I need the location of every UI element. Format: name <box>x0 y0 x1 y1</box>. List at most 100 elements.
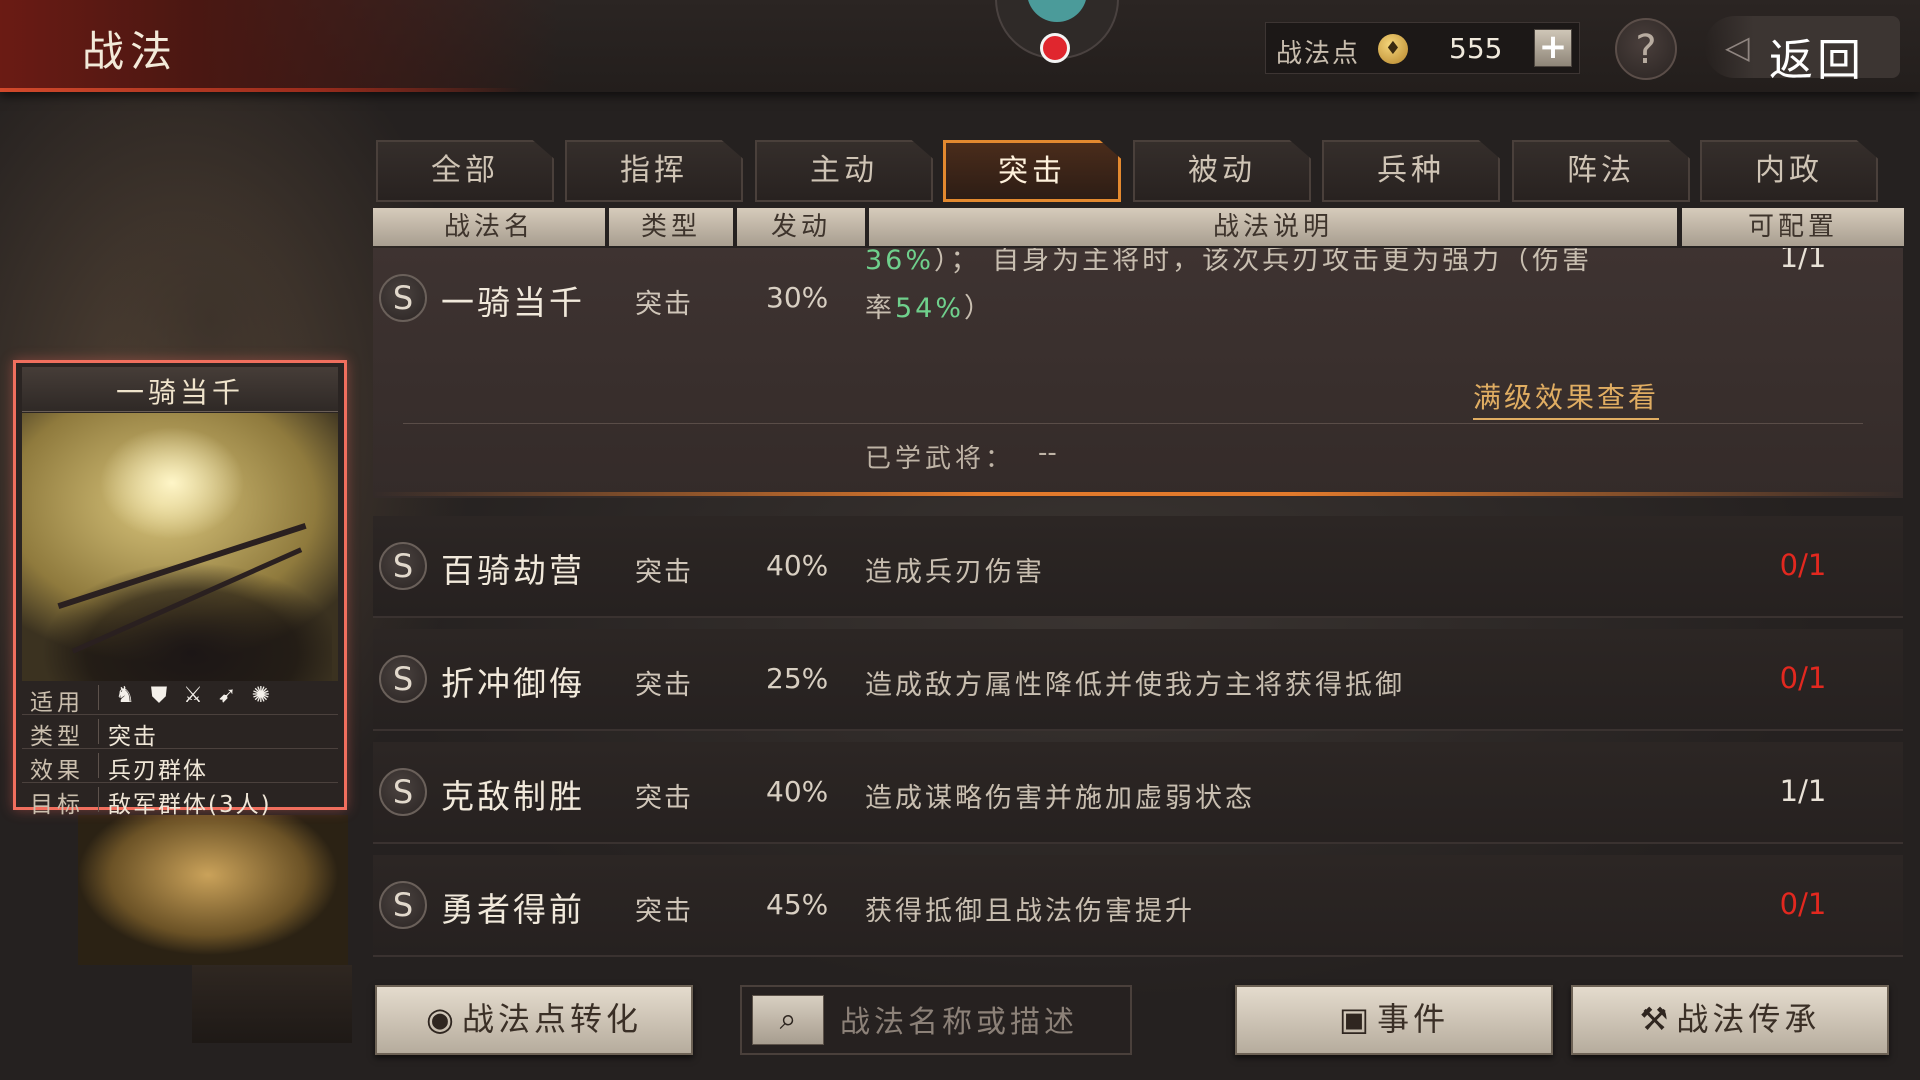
skill-avail: 0/1 <box>1779 548 1827 582</box>
skill-point-coin-icon: ♦ <box>1378 34 1408 64</box>
back-arrow-icon: ◁ <box>1725 28 1750 66</box>
wheel-icon: ✺ <box>251 683 271 708</box>
skill-name: 折冲御侮 <box>441 664 585 703</box>
cavalry-icon: ♞ <box>115 683 135 708</box>
card-title-bar: 一骑当千 <box>22 367 338 412</box>
crossed-weapons-icon: ⚔ <box>183 683 203 708</box>
convert-points-button[interactable]: ◉ 战法点转化 <box>375 985 693 1055</box>
search-box[interactable]: ⌕ <box>740 985 1132 1055</box>
skill-rate: 40% <box>766 549 829 582</box>
tab-active[interactable]: 主动 <box>755 140 933 202</box>
skill-desc-line2: 率54%） <box>865 286 994 325</box>
effect-value: 兵刃群体 <box>108 758 208 784</box>
skill-desc: 造成兵刃伤害 <box>865 557 1045 588</box>
back-button[interactable]: ◁ 返回 <box>1705 16 1900 86</box>
desc-value-2: 54% <box>895 293 965 324</box>
selection-highlight-line <box>373 492 1903 496</box>
grade-icon: S <box>379 881 427 929</box>
hammer-icon: ⚒ <box>1639 1000 1673 1038</box>
tab-assault[interactable]: 突击 <box>943 140 1121 202</box>
target-label: 目标 <box>30 792 84 818</box>
search-input[interactable] <box>838 997 1122 1047</box>
tab-all[interactable]: 全部 <box>376 140 554 202</box>
col-header-name[interactable]: 战法名 <box>373 208 605 246</box>
learned-generals-label: 已学武将： <box>865 444 1016 474</box>
target-value: 敌军群体(3人) <box>108 792 272 818</box>
grade-icon: S <box>379 768 427 816</box>
skill-type: 突击 <box>635 670 693 701</box>
col-header-avail[interactable]: 可配置 <box>1682 208 1904 246</box>
skill-type: 突击 <box>635 289 693 320</box>
skill-rate: 40% <box>766 775 829 808</box>
troop-icons: ♞ ⛊ ⚔ ➹ ✺ <box>108 683 278 708</box>
event-button[interactable]: ▣ 事件 <box>1235 985 1553 1055</box>
top-bar: 战法 战法点 ♦ 555 + ? ◁ 返回 <box>0 0 1920 92</box>
shield-icon: ⛊ <box>150 683 168 708</box>
convert-points-label: 战法点转化 <box>461 1000 642 1038</box>
effect-label: 效果 <box>30 758 84 784</box>
card-effect-row: 效果 兵刃群体 <box>22 749 338 784</box>
flame-coin-icon: ◉ <box>426 1000 458 1038</box>
skill-rate: 30% <box>766 281 829 314</box>
card-info: 适用 ♞ ⛊ ⚔ ➹ ✺ 类型 突击 效果 兵刃群体 目标 敌军群体(3人) <box>22 681 338 818</box>
page-title: 战法 <box>82 27 179 76</box>
skill-points-box: 战法点 ♦ 555 + <box>1265 22 1580 74</box>
skill-type: 突击 <box>635 557 693 588</box>
card-title: 一骑当千 <box>115 376 244 409</box>
desc-suffix-2: ） <box>964 293 995 324</box>
card-artwork <box>22 413 338 681</box>
divider <box>403 423 1863 424</box>
card-target-row: 目标 敌军群体(3人) <box>22 783 338 818</box>
grade-icon: S <box>379 274 427 322</box>
help-button[interactable]: ? <box>1615 18 1677 80</box>
skill-points-label: 战法点 <box>1276 39 1361 69</box>
desc-prefix-2: 率 <box>865 293 895 324</box>
skill-card[interactable]: 一骑当千 适用 ♞ ⛊ ⚔ ➹ ✺ 类型 突击 效果 兵刃群体 目标 敌军群体(3人) <box>13 360 347 818</box>
type-label: 类型 <box>30 724 84 750</box>
col-header-rate[interactable]: 发动 <box>737 208 865 246</box>
grade-icon: S <box>379 542 427 590</box>
tab-formation[interactable]: 阵法 <box>1512 140 1690 202</box>
type-value: 突击 <box>108 724 158 750</box>
divider <box>98 685 99 710</box>
tab-troop[interactable]: 兵种 <box>1322 140 1500 202</box>
learned-generals-value: -- <box>1038 438 1057 468</box>
tab-passive[interactable]: 被动 <box>1133 140 1311 202</box>
skill-desc: 获得抵御且战法伤害提升 <box>865 896 1195 927</box>
skill-name: 勇者得前 <box>441 890 585 929</box>
skill-row[interactable]: S 勇者得前 突击 45% 获得抵御且战法伤害提升 0/1 <box>373 855 1903 957</box>
grade-icon: S <box>379 655 427 703</box>
bow-icon: ➹ <box>217 683 237 708</box>
skill-rate: 25% <box>766 662 829 695</box>
skill-name: 克敌制胜 <box>441 777 585 816</box>
inherit-skill-button[interactable]: ⚒ 战法传承 <box>1571 985 1889 1055</box>
skill-desc-line1: 36%）； 自身为主将时，该次兵刃攻击更为强力（伤害 <box>865 248 1592 277</box>
apply-label: 适用 <box>30 690 84 716</box>
skill-points-value: 555 <box>1449 32 1503 65</box>
event-icon: ▣ <box>1338 1000 1374 1038</box>
tab-internal[interactable]: 内政 <box>1700 140 1878 202</box>
skill-avail: 1/1 <box>1779 774 1827 808</box>
add-points-button[interactable]: + <box>1534 29 1572 67</box>
divider <box>98 753 99 778</box>
search-icon[interactable]: ⌕ <box>752 995 824 1045</box>
inherit-skill-label: 战法传承 <box>1676 1000 1821 1038</box>
card-stack-art <box>78 815 348 965</box>
tab-command[interactable]: 指挥 <box>565 140 743 202</box>
skill-rate: 45% <box>766 888 829 921</box>
max-level-effect-link[interactable]: 满级效果查看 <box>1473 376 1660 420</box>
skill-row[interactable]: S 百骑劫营 突击 40% 造成兵刃伤害 0/1 <box>373 516 1903 618</box>
mascot-face <box>1027 0 1087 22</box>
skill-row[interactable]: S 克敌制胜 突击 40% 造成谋略伤害并施加虚弱状态 1/1 <box>373 742 1903 844</box>
back-label: 返回 <box>1769 35 1865 86</box>
skill-row[interactable]: S 折冲御侮 突击 25% 造成敌方属性降低并使我方主将获得抵御 0/1 <box>373 629 1903 731</box>
card-apply-row: 适用 ♞ ⛊ ⚔ ➹ ✺ <box>22 681 338 716</box>
skill-name: 百骑劫营 <box>441 551 585 590</box>
col-header-type[interactable]: 类型 <box>609 208 733 246</box>
skill-list[interactable]: S 一骑当千 突击 30% 36%）； 自身为主将时，该次兵刃攻击更为强力（伤害… <box>373 248 1903 960</box>
skill-avail: 0/1 <box>1779 887 1827 921</box>
expanded-skill-row[interactable]: S 一骑当千 突击 30% 36%）； 自身为主将时，该次兵刃攻击更为强力（伤害… <box>373 248 1903 498</box>
desc-text-1: ）； 自身为主将时，该次兵刃攻击更为强力（伤害 <box>934 248 1593 276</box>
divider <box>98 719 99 744</box>
skill-type: 突击 <box>635 896 693 927</box>
